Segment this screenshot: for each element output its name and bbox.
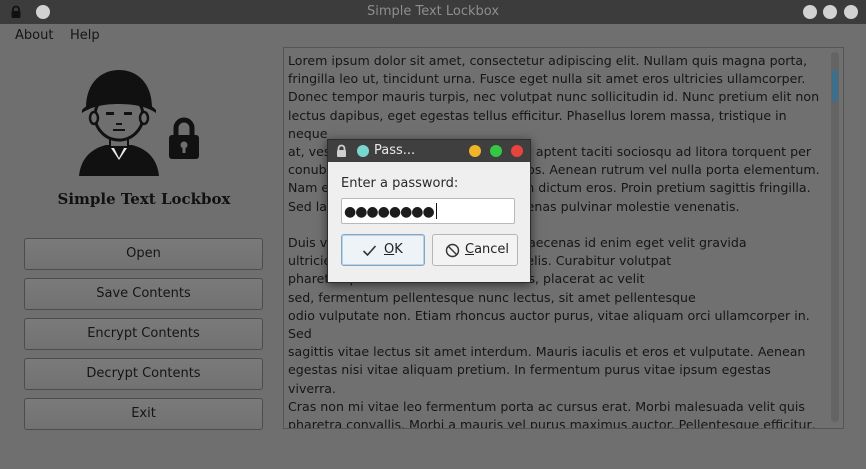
- lock-icon: [337, 144, 346, 157]
- maximize-button[interactable]: [823, 5, 837, 19]
- dialog-minimize-button[interactable]: [469, 145, 481, 157]
- vertical-scrollbar[interactable]: [831, 52, 839, 422]
- encrypt-contents-button[interactable]: Encrypt Contents: [24, 318, 263, 350]
- app-name-heading: Simple Text Lockbox: [57, 190, 231, 208]
- password-input[interactable]: ●●●●●●●●: [341, 198, 515, 224]
- window-titlebar[interactable]: Simple Text Lockbox: [0, 0, 866, 24]
- password-dialog: Pass... Enter a password: ●●●●●●●● OK Ca…: [327, 139, 531, 283]
- window-title: Simple Text Lockbox: [366, 4, 500, 19]
- menubar: About Help: [0, 24, 866, 46]
- cancel-button[interactable]: Cancel: [432, 234, 518, 266]
- save-contents-button[interactable]: Save Contents: [24, 278, 263, 310]
- exit-button[interactable]: Exit: [24, 398, 263, 430]
- cancel-label: Cancel: [465, 242, 510, 257]
- ok-label: OK: [384, 242, 403, 257]
- menu-about[interactable]: About: [15, 28, 53, 43]
- padlock-icon: [169, 117, 199, 159]
- minimize-button[interactable]: [803, 5, 817, 19]
- cancel-circle-icon: [445, 243, 460, 258]
- dialog-maximize-button[interactable]: [490, 145, 502, 157]
- password-mask: ●●●●●●●●: [344, 204, 435, 220]
- text-caret: [435, 203, 437, 219]
- checkmark-icon: [362, 245, 377, 257]
- close-button[interactable]: [844, 5, 858, 19]
- open-button[interactable]: Open: [24, 238, 263, 270]
- dialog-close-button[interactable]: [511, 145, 523, 157]
- password-prompt-label: Enter a password:: [341, 176, 459, 191]
- menu-help[interactable]: Help: [70, 28, 100, 43]
- soldier-avatar-icon: [79, 70, 159, 176]
- decrypt-contents-button[interactable]: Decrypt Contents: [24, 358, 263, 390]
- dialog-app-icon: [357, 145, 369, 157]
- dialog-title: Pass...: [374, 143, 416, 158]
- scrollbar-thumb[interactable]: [832, 70, 838, 102]
- window-menu-button[interactable]: [36, 5, 50, 19]
- dialog-titlebar[interactable]: Pass...: [328, 140, 530, 162]
- ok-button[interactable]: OK: [341, 234, 425, 266]
